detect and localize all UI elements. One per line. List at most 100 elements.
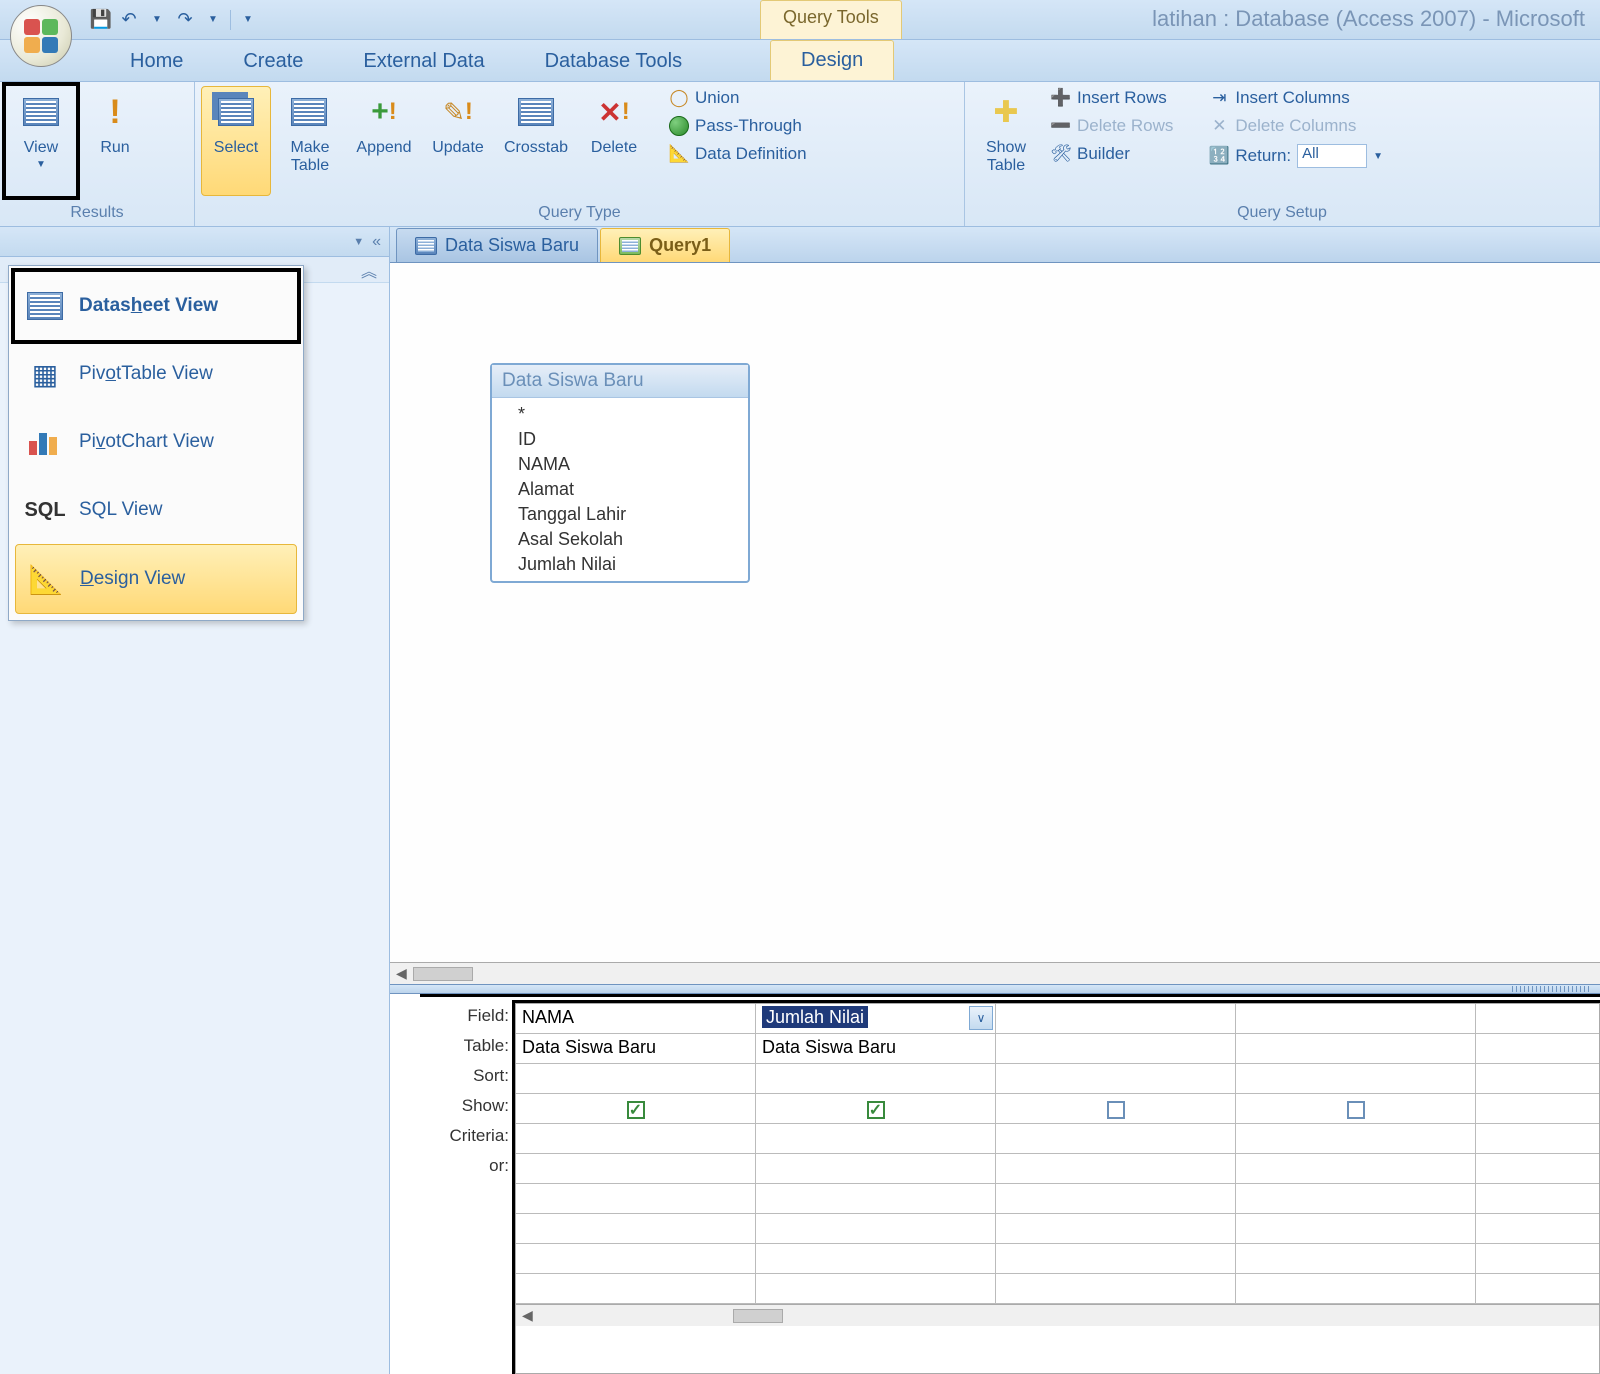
chevron-down-icon[interactable]: ∨ — [969, 1006, 993, 1030]
builder-button[interactable]: 🛠Builder — [1045, 142, 1179, 166]
menu-design-view[interactable]: 📐 Design View — [15, 544, 297, 614]
qbe-label-sort: Sort: — [420, 1063, 515, 1093]
field-item[interactable]: * — [492, 402, 748, 427]
menu-sql-view[interactable]: SQL SQL View — [15, 476, 297, 544]
qbe-show-cell[interactable]: ✓ — [996, 1094, 1236, 1123]
field-item[interactable]: Tanggal Lahir — [492, 502, 748, 527]
pivotchart-icon — [25, 422, 65, 462]
nav-expand-icon[interactable]: ︽ — [361, 258, 377, 282]
qbe-table-cell[interactable] — [996, 1034, 1236, 1063]
doc-tab-data-siswa-baru[interactable]: Data Siswa Baru — [396, 228, 598, 262]
view-button[interactable]: View ▼ — [6, 86, 76, 196]
show-table-button[interactable]: ✚ Show Table — [971, 86, 1041, 196]
field-item[interactable]: Jumlah Nilai — [492, 552, 748, 577]
qbe-table-cell[interactable]: Data Siswa Baru — [756, 1034, 996, 1063]
datasheet-icon — [23, 98, 59, 126]
qbe-sort-cell[interactable] — [516, 1064, 756, 1093]
qbe-label-field: Field: — [420, 1003, 515, 1033]
query-design-canvas[interactable]: Data Siswa Baru * ID NAMA Alamat Tanggal… — [390, 263, 1600, 984]
select-label: Select — [214, 139, 258, 157]
view-dropdown-menu: Datasheet View ▦ PivotTable View PivotCh… — [8, 265, 304, 621]
delete-query-button[interactable]: ✕! Delete — [579, 86, 649, 196]
union-button[interactable]: ◯Union — [663, 86, 813, 110]
qbe-sort-cell[interactable] — [756, 1064, 996, 1093]
tab-database-tools[interactable]: Database Tools — [515, 42, 713, 81]
qbe-field-cell[interactable]: NAMA — [516, 1004, 756, 1033]
qbe-show-cell[interactable]: ✓ — [516, 1094, 756, 1123]
return-icon: 🔢 — [1209, 146, 1229, 166]
delete-rows-button[interactable]: ➖Delete Rows — [1045, 114, 1179, 138]
nav-collapse-icon[interactable]: « — [372, 233, 381, 251]
field-item[interactable]: Alamat — [492, 477, 748, 502]
insert-columns-button[interactable]: ⇥Insert Columns — [1203, 86, 1389, 110]
crosstab-button[interactable]: Crosstab — [497, 86, 575, 196]
tab-create[interactable]: Create — [213, 42, 333, 81]
doc-tab-query1[interactable]: Query1 — [600, 228, 730, 262]
qbe-table-cell[interactable] — [1236, 1034, 1476, 1063]
field-item[interactable]: NAMA — [492, 452, 748, 477]
save-icon[interactable]: 💾 — [90, 9, 112, 31]
qbe-or-cell[interactable] — [516, 1154, 756, 1183]
redo-icon[interactable]: ↷ — [174, 9, 196, 31]
design-icon: 📐 — [26, 559, 66, 599]
delete-columns-button[interactable]: ✕Delete Columns — [1203, 114, 1389, 138]
tab-external-data[interactable]: External Data — [333, 42, 514, 81]
qbe-label-table: Table: — [420, 1033, 515, 1063]
undo-icon[interactable]: ↶ — [118, 9, 140, 31]
qbe-show-cell[interactable]: ✓ — [756, 1094, 996, 1123]
return-control[interactable]: 🔢 Return: All ▼ — [1203, 142, 1389, 170]
qat-customize-icon[interactable]: ▼ — [237, 9, 259, 31]
pass-through-button[interactable]: Pass-Through — [663, 114, 813, 138]
chevron-down-icon: ▼ — [36, 159, 46, 170]
qbe-sort-cell[interactable] — [996, 1064, 1236, 1093]
tab-home[interactable]: Home — [100, 42, 213, 81]
table-field-list[interactable]: Data Siswa Baru * ID NAMA Alamat Tanggal… — [490, 363, 750, 583]
insert-rows-button[interactable]: ➕Insert Rows — [1045, 86, 1179, 110]
run-button[interactable]: ! Run — [80, 86, 150, 196]
qbe-sort-cell[interactable] — [1236, 1064, 1476, 1093]
update-button[interactable]: ✎! Update — [423, 86, 493, 196]
design-splitter[interactable] — [390, 984, 1600, 994]
field-item[interactable]: ID — [492, 427, 748, 452]
chevron-down-icon[interactable]: ▼ — [1373, 151, 1383, 162]
union-icon: ◯ — [669, 88, 689, 108]
run-label: Run — [100, 139, 129, 157]
append-button[interactable]: +! Append — [349, 86, 419, 196]
tab-design[interactable]: Design — [770, 40, 894, 80]
datasheet-icon — [27, 292, 63, 320]
qbe-grid: Field: Table: Sort: Show: Criteria: or: … — [420, 994, 1600, 1374]
group-querytype-label: Query Type — [201, 202, 958, 224]
select-query-button[interactable]: Select — [201, 86, 271, 196]
menu-pivotchart-view[interactable]: PivotChart View — [15, 408, 297, 476]
qbe-show-cell[interactable]: ✓ — [1236, 1094, 1476, 1123]
canvas-hscroll[interactable]: ◀ — [390, 962, 1600, 984]
context-tab-query-tools: Query Tools — [760, 0, 902, 39]
view-label: View — [24, 139, 58, 157]
office-logo-icon — [24, 19, 58, 53]
sql-icon: SQL — [25, 490, 65, 530]
qbe-hscroll[interactable]: ◀ — [516, 1304, 1599, 1326]
group-results-label: Results — [6, 202, 188, 224]
qbe-label-show: Show: — [420, 1093, 515, 1123]
qbe-field-cell[interactable]: Jumlah Nilai∨ — [756, 1004, 996, 1033]
menu-datasheet-view[interactable]: Datasheet View — [15, 272, 297, 340]
pivottable-icon: ▦ — [25, 354, 65, 394]
delete-icon: ✕ — [598, 96, 621, 129]
delete-label: Delete — [591, 139, 637, 157]
office-button[interactable] — [10, 5, 72, 67]
qbe-criteria-cell[interactable] — [516, 1124, 756, 1153]
qbe-table-cell[interactable]: Data Siswa Baru — [516, 1034, 756, 1063]
datadef-icon: 📐 — [669, 144, 689, 164]
redo-dropdown-icon[interactable]: ▼ — [202, 9, 224, 31]
qbe-field-cell[interactable] — [996, 1004, 1236, 1033]
make-table-button[interactable]: ! Make Table — [275, 86, 345, 196]
undo-dropdown-icon[interactable]: ▼ — [146, 9, 168, 31]
nav-dropdown-icon[interactable]: ▼ — [353, 236, 364, 248]
field-item[interactable]: Asal Sekolah — [492, 527, 748, 552]
data-definition-button[interactable]: 📐Data Definition — [663, 142, 813, 166]
delete-rows-icon: ➖ — [1051, 116, 1071, 136]
qbe-field-cell[interactable] — [1236, 1004, 1476, 1033]
return-input[interactable]: All — [1297, 144, 1367, 168]
show-table-label: Show Table — [986, 139, 1026, 175]
menu-pivottable-view[interactable]: ▦ PivotTable View — [15, 340, 297, 408]
